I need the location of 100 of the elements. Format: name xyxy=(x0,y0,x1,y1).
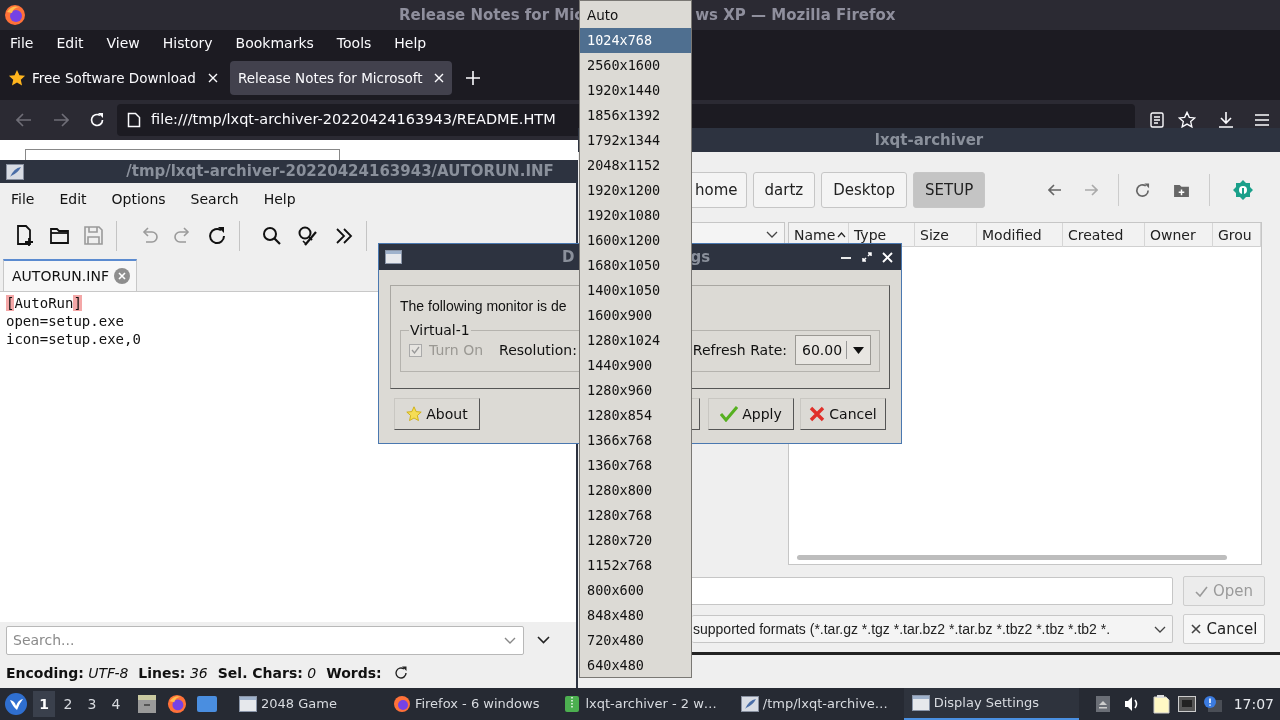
taskbar-button[interactable]: Display Settings xyxy=(903,688,1080,720)
list-option[interactable]: 2560x1600 xyxy=(580,53,691,78)
filter-combo[interactable]: supported formats (*.tar.gz *.tgz *.tar.bz2 *.tar.bz *.tbz2 *.tbz *.tb2 *. xyxy=(692,615,1173,643)
browser-tab[interactable]: Release Notes for Microsoft xyxy=(230,61,452,95)
notes-icon[interactable] xyxy=(1151,694,1170,714)
taskbar-button[interactable]: 2048 Game xyxy=(231,688,345,720)
close-icon[interactable] xyxy=(882,251,893,263)
list-option[interactable]: 1280x768 xyxy=(580,503,691,528)
menu-item[interactable]: Bookmarks xyxy=(235,32,314,54)
location-combo[interactable] xyxy=(690,222,785,246)
volume-icon[interactable] xyxy=(1123,696,1140,712)
list-option[interactable]: 1280x720 xyxy=(580,528,691,553)
path-button[interactable]: home xyxy=(692,172,747,208)
menu-item[interactable]: Help xyxy=(394,32,427,54)
list-option[interactable]: 1792x1344 xyxy=(580,128,691,153)
taskbar-button[interactable]: /tmp/lxqt-archive… xyxy=(732,688,896,720)
alert-icon[interactable] xyxy=(1203,696,1222,712)
menu-item[interactable]: File xyxy=(11,189,35,210)
scrollbar[interactable] xyxy=(797,554,1227,560)
list-option[interactable]: 2048x1152 xyxy=(580,153,691,178)
close-icon[interactable] xyxy=(434,73,444,83)
list-option[interactable]: 1024x768 xyxy=(580,28,691,53)
list-option[interactable]: 1152x768 xyxy=(580,553,691,578)
bookmark-star-icon[interactable] xyxy=(1178,111,1196,129)
forward-icon[interactable] xyxy=(53,113,69,127)
screen-icon[interactable] xyxy=(197,695,217,713)
start-menu-icon[interactable] xyxy=(5,693,27,715)
eject-icon[interactable] xyxy=(1095,696,1110,712)
back-icon[interactable] xyxy=(16,113,32,127)
list-option[interactable]: 1360x768 xyxy=(580,453,691,478)
list-option[interactable]: 1280x800 xyxy=(580,478,691,503)
new-folder-icon[interactable] xyxy=(1174,183,1189,197)
list-option[interactable]: 1920x1080 xyxy=(580,203,691,228)
menu-item[interactable]: Edit xyxy=(56,32,84,54)
list-option[interactable]: 1400x1050 xyxy=(580,278,691,303)
cancel-button[interactable]: Cancel xyxy=(800,398,886,430)
menu-item[interactable]: Edit xyxy=(59,189,87,210)
filename-field[interactable] xyxy=(690,577,1173,605)
menu-icon[interactable] xyxy=(1254,113,1270,127)
list-option[interactable]: 1680x1050 xyxy=(580,253,691,278)
desktop-switcher[interactable]: 4 xyxy=(105,691,127,717)
menu-item[interactable]: Tools xyxy=(336,32,372,54)
reader-view-icon[interactable] xyxy=(1149,112,1165,128)
app-logo-icon[interactable] xyxy=(1232,179,1254,201)
column-header[interactable]: Created xyxy=(1063,223,1145,247)
list-option[interactable]: 1366x768 xyxy=(580,428,691,453)
list-option[interactable]: 1280x1024 xyxy=(580,328,691,353)
list-option[interactable]: 1920x1200 xyxy=(580,178,691,203)
close-icon[interactable] xyxy=(208,73,218,83)
desktop-switcher[interactable]: 2 xyxy=(57,691,79,717)
search-field[interactable]: Search... xyxy=(6,625,524,655)
menu-item[interactable]: History xyxy=(162,32,213,54)
status-text: Words: xyxy=(326,663,382,683)
list-option[interactable]: Auto xyxy=(580,3,691,28)
chevron-down-icon[interactable] xyxy=(537,636,550,644)
apply-button[interactable]: Apply xyxy=(708,398,794,430)
column-header[interactable]: Size xyxy=(915,223,977,247)
list-option[interactable]: 1440x900 xyxy=(580,353,691,378)
column-header[interactable]: Owner xyxy=(1145,223,1213,247)
list-option[interactable]: 800x600 xyxy=(580,578,691,603)
firefox-icon[interactable] xyxy=(167,694,187,714)
path-button[interactable]: Desktop xyxy=(821,172,908,208)
clock[interactable]: 17:07 xyxy=(1233,693,1274,715)
browser-tab[interactable]: Free Software Download xyxy=(4,61,226,95)
taskbar-button[interactable]: Firefox - 6 windows xyxy=(384,688,548,720)
network-icon[interactable] xyxy=(1177,696,1196,712)
list-option[interactable]: 1600x900 xyxy=(580,303,691,328)
menu-item[interactable]: Options xyxy=(111,189,166,210)
download-icon[interactable] xyxy=(1218,111,1234,129)
column-header[interactable]: Modified xyxy=(977,223,1063,247)
list-option[interactable]: 1600x1200 xyxy=(580,228,691,253)
list-option[interactable]: 1280x854 xyxy=(580,403,691,428)
menu-item[interactable]: File xyxy=(10,32,34,54)
menu-item[interactable]: Search xyxy=(190,189,239,210)
list-option[interactable]: 1280x960 xyxy=(580,378,691,403)
about-button[interactable]: About xyxy=(394,398,480,430)
taskbar-button[interactable]: lxqt-archiver - 2 w… xyxy=(555,688,725,720)
path-button[interactable]: SETUP xyxy=(913,172,986,208)
list-option[interactable]: 1920x1440 xyxy=(580,78,691,103)
cancel-button[interactable]: Cancel xyxy=(1183,614,1265,644)
status-text: Sel. Chars: 0 xyxy=(217,663,317,683)
maximize-icon[interactable] xyxy=(862,252,872,262)
desktop-switcher[interactable]: 3 xyxy=(81,691,103,717)
refresh-icon[interactable] xyxy=(393,666,408,680)
list-option[interactable]: 848x480 xyxy=(580,603,691,628)
path-button[interactable]: dartz xyxy=(752,172,816,208)
new-tab-icon[interactable] xyxy=(466,71,480,85)
file-cabinet-icon[interactable] xyxy=(137,694,157,714)
desktop-switcher[interactable]: 1 xyxy=(33,691,55,717)
menu-item[interactable]: View xyxy=(106,32,140,54)
check-icon xyxy=(1194,585,1208,597)
list-option[interactable]: 1856x1392 xyxy=(580,103,691,128)
find-replace-icon[interactable] xyxy=(296,224,320,248)
list-option[interactable]: 720x480 xyxy=(580,628,691,653)
refresh-rate-combo[interactable]: 60.00 xyxy=(795,335,871,365)
menu-item[interactable]: Help xyxy=(263,189,296,210)
column-header[interactable]: Grou xyxy=(1213,223,1261,247)
list-option[interactable]: 640x480 xyxy=(580,653,691,678)
file-tab[interactable]: AUTORUN.INF xyxy=(3,259,137,291)
back-icon[interactable] xyxy=(1048,184,1062,196)
